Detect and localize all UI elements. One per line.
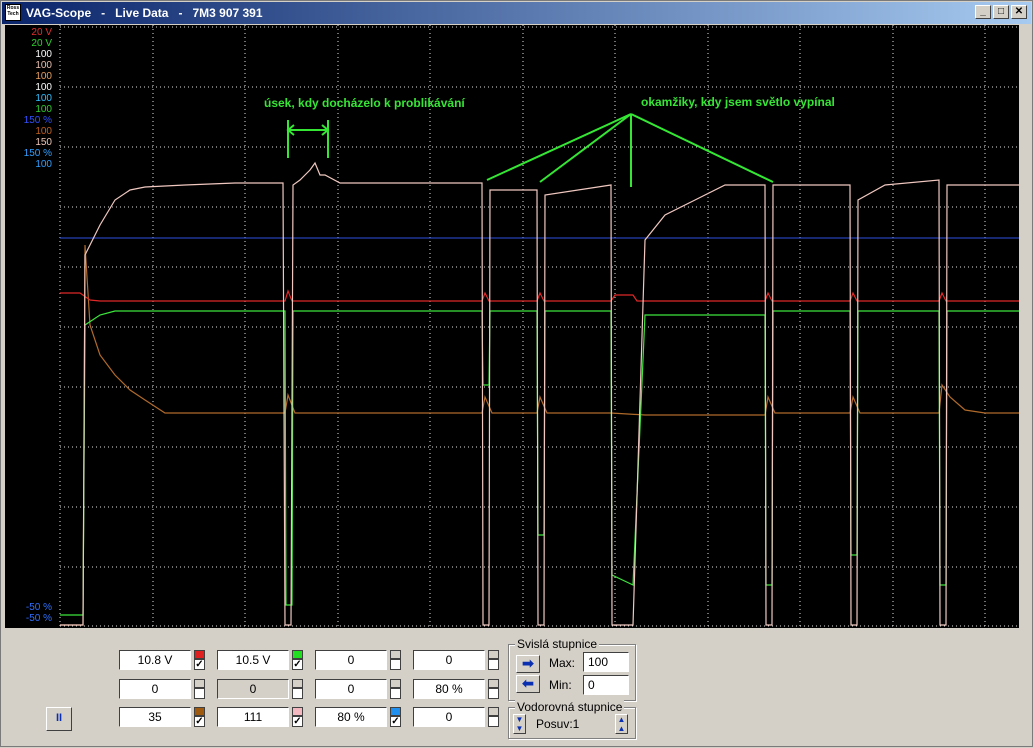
close-button[interactable]: ✕ (1011, 5, 1027, 19)
scope-plot (59, 25, 1019, 628)
max-label: Max: (549, 656, 576, 670)
scale-label: 100 (35, 104, 52, 115)
channel-checkbox[interactable] (194, 688, 205, 699)
vertical-scale-title: Svislá stupnice (515, 637, 600, 651)
channel-color-swatch[interactable] (390, 650, 401, 659)
channel-checkbox[interactable]: ✓ (194, 659, 205, 670)
min-label: Min: (549, 678, 572, 692)
green-trace (60, 310, 1019, 616)
title-bar: Ross Tech VAG-Scope - Live Data - 7M3 90… (2, 2, 1031, 24)
scale-label: 100 (35, 126, 52, 137)
scale-label-bottom: -50 % (25, 602, 52, 613)
channel-color-swatch[interactable] (194, 707, 205, 716)
control-panel: II 10.8 V ✓ 10.5 V ✓ 0 0 0 0 0 80 % 35 ✓ 111 ✓ 80 % ✓ 0 … (1, 629, 1033, 748)
pointer-4 (630, 113, 774, 183)
channel-checkbox[interactable] (390, 688, 401, 699)
scale-label: 150 % (23, 148, 52, 159)
brown-trace (60, 244, 1019, 626)
pink-trace (60, 161, 1019, 626)
channel-value[interactable]: 10.8 V (119, 650, 191, 670)
flicker-annotation: úsek, kdy docházelo k problikávání (264, 96, 465, 110)
channel-value[interactable]: 0 (119, 679, 191, 699)
scale-label: 20 V (31, 27, 52, 38)
scale-label-bottom: -50 % (25, 613, 52, 624)
horizontal-scale-title: Vodorovná stupnice (515, 700, 625, 714)
channel-value[interactable]: 35 (119, 707, 191, 727)
channel-checkbox[interactable]: ✓ (292, 716, 303, 727)
horizontal-scale-group: Vodorovná stupnice ▼ ▼ Posuv:1 ▲ ▲ (508, 700, 636, 739)
channel-value[interactable]: 0 (217, 679, 289, 699)
annotation-lines (286, 113, 774, 187)
minimize-button[interactable]: _ (975, 5, 991, 19)
channel-value[interactable]: 80 % (315, 707, 387, 727)
channel-color-swatch[interactable] (488, 650, 499, 659)
scale-label: 100 (35, 60, 52, 71)
channel-checkbox[interactable] (488, 659, 499, 670)
min-input[interactable]: 0 (583, 675, 629, 695)
channel-value[interactable]: 10.5 V (217, 650, 289, 670)
channel-color-swatch[interactable] (488, 679, 499, 688)
scope-grid (59, 25, 1019, 628)
channel-value[interactable]: 0 (315, 650, 387, 670)
channel-value[interactable]: 111 (217, 707, 289, 727)
window-title: VAG-Scope - Live Data - 7M3 907 391 (26, 6, 263, 20)
channel-checkbox[interactable] (488, 688, 499, 699)
channel-checkbox[interactable]: ✓ (390, 716, 401, 727)
scope-display: 20 V 20 V 100 100 100 100 100 100 150 % 100 150 150… (5, 25, 1019, 628)
channel-color-swatch[interactable] (194, 650, 205, 659)
arrow-right-icon[interactable]: ➡ (516, 655, 540, 673)
channel-color-swatch[interactable] (292, 707, 303, 716)
pointer-2 (539, 113, 632, 183)
channel-color-swatch[interactable] (292, 679, 303, 688)
channel-value[interactable]: 0 (413, 650, 485, 670)
scale-label: 150 % (23, 115, 52, 126)
channel-color-swatch[interactable] (194, 679, 205, 688)
vertical-scale-group: Svislá stupnice ➡ ⬅ Max: Min: 100 0 (508, 637, 636, 701)
scale-label: 100 (35, 71, 52, 82)
channel-color-swatch[interactable] (390, 707, 401, 716)
scale-label: 100 (35, 82, 52, 93)
scale-label: 100 (35, 159, 52, 170)
app-icon[interactable]: Ross Tech (5, 4, 21, 21)
offset-label: Posuv:1 (536, 717, 580, 731)
channel-checkbox[interactable] (390, 659, 401, 670)
channel-value[interactable]: 80 % (413, 679, 485, 699)
max-input[interactable]: 100 (583, 652, 629, 672)
channel-color-swatch[interactable] (488, 707, 499, 716)
scale-label: 100 (35, 93, 52, 104)
scroll-up-icon[interactable]: ▲ ▲ (615, 714, 628, 734)
channel-checkbox[interactable] (488, 716, 499, 727)
channel-checkbox[interactable]: ✓ (292, 659, 303, 670)
arrow-left-icon[interactable]: ⬅ (516, 675, 540, 693)
scale-label: 20 V (31, 38, 52, 49)
switch-off-annotation: okamžiky, kdy jsem světlo vypínal (641, 95, 835, 109)
channel-value[interactable]: 0 (413, 707, 485, 727)
scale-label: 100 (35, 49, 52, 60)
channel-checkbox[interactable] (292, 688, 303, 699)
scroll-down-icon[interactable]: ▼ ▼ (513, 714, 526, 734)
scale-label: 150 (35, 137, 52, 148)
channel-checkbox[interactable]: ✓ (194, 716, 205, 727)
pause-button[interactable]: II (46, 707, 72, 731)
maximize-button[interactable]: □ (993, 5, 1009, 19)
vag-scope-window: Ross Tech VAG-Scope - Live Data - 7M3 90… (0, 0, 1033, 747)
channel-color-swatch[interactable] (292, 650, 303, 659)
channel-color-swatch[interactable] (390, 679, 401, 688)
red-trace (60, 289, 1019, 302)
channel-value[interactable]: 0 (315, 679, 387, 699)
